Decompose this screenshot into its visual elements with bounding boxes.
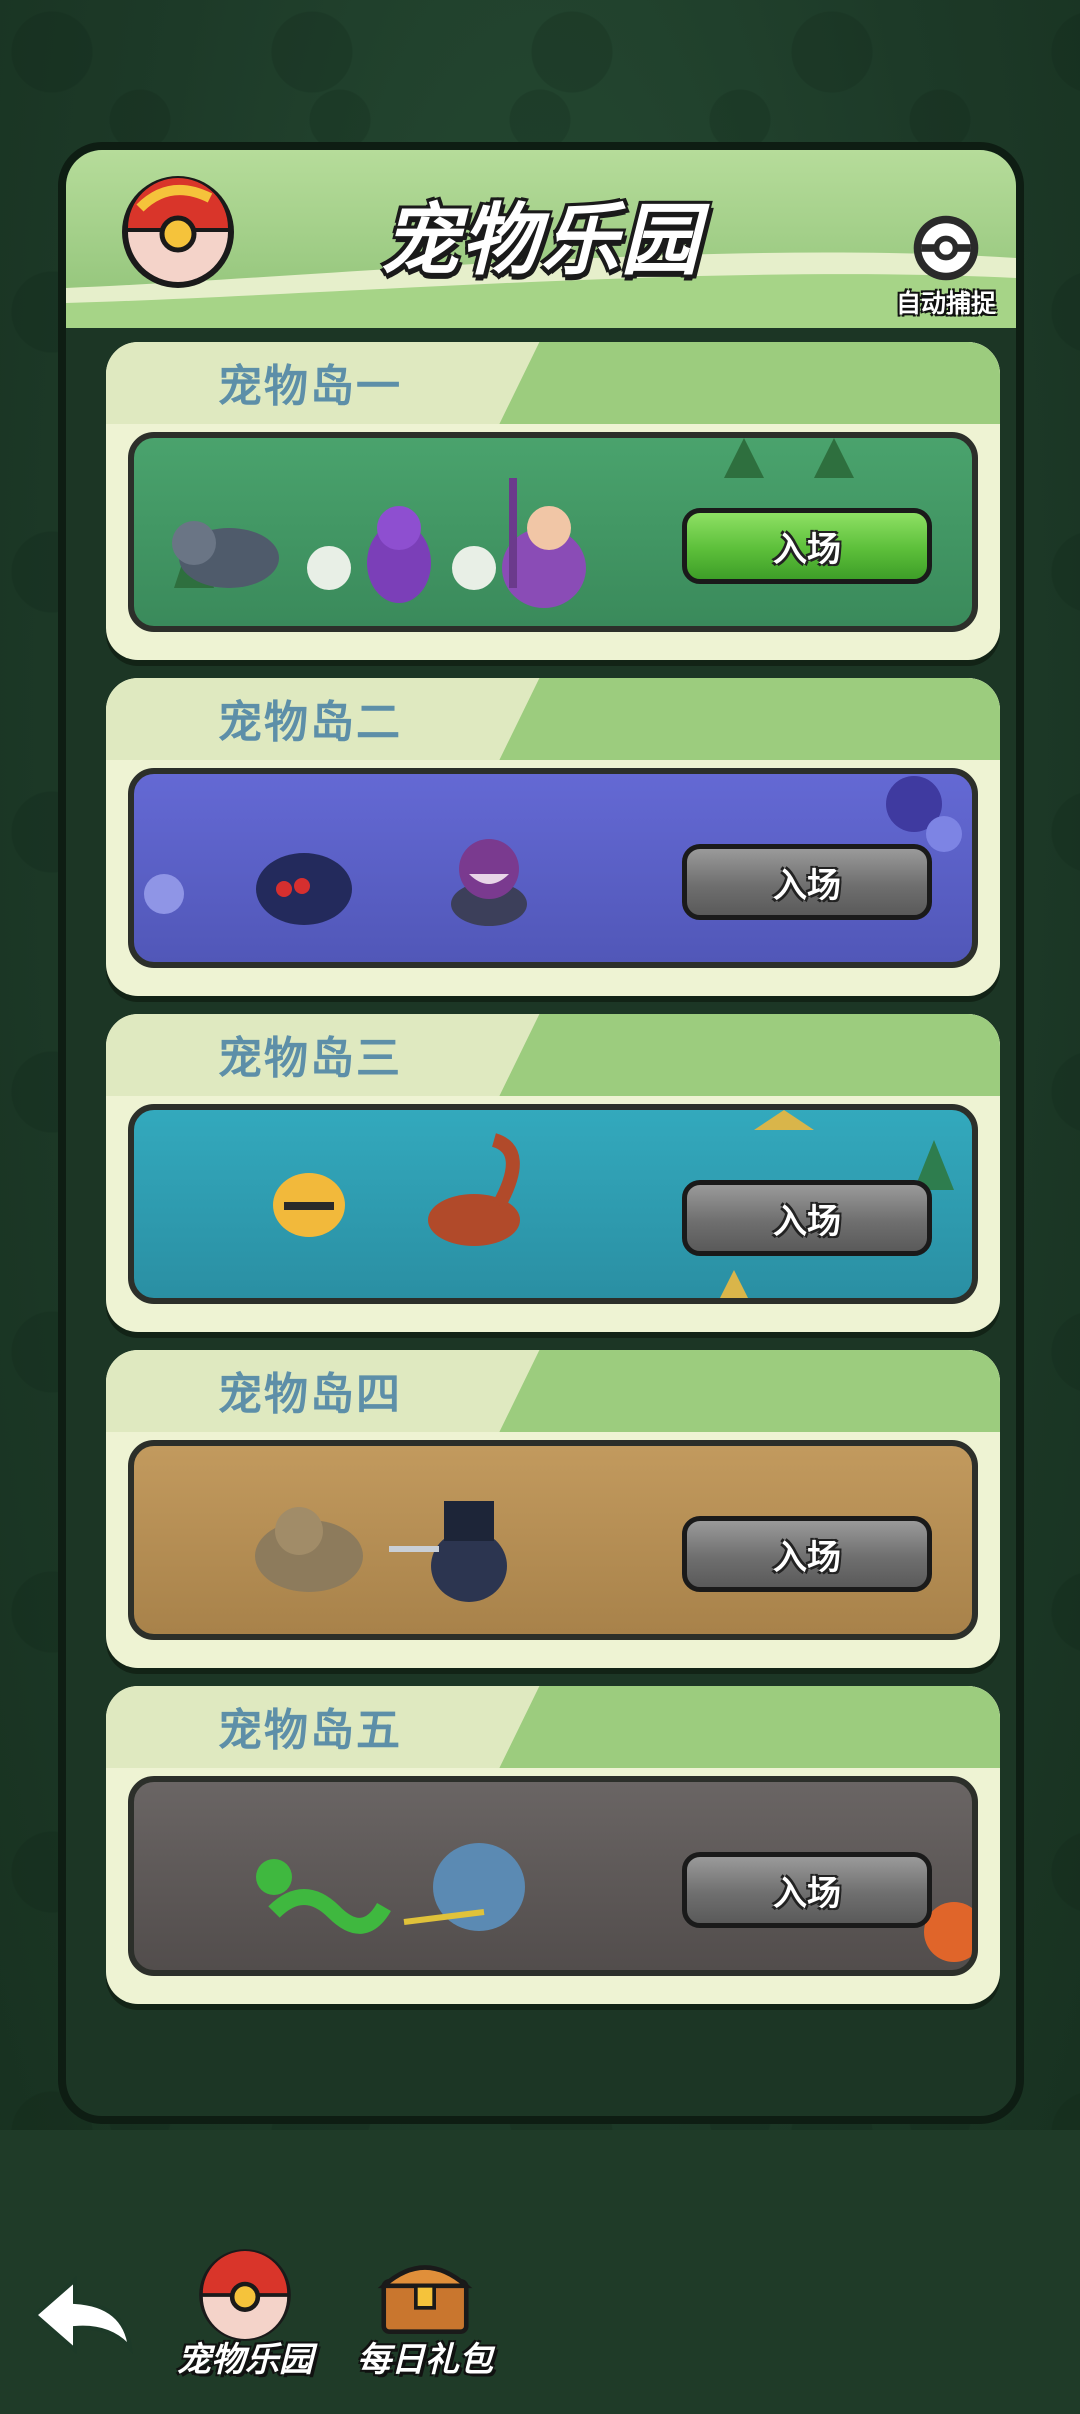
enter-button-island-1[interactable]: 入场 [682, 508, 932, 584]
panel-header: 宠物乐园 自动捕捉 [66, 150, 1016, 328]
nav-daily-gift-label: 每日礼包 [357, 2340, 493, 2380]
island-scene-3: 入场 [128, 1104, 978, 1304]
enter-button-island-2[interactable]: 入场 [682, 844, 932, 920]
dark-knight-icon [389, 1501, 507, 1602]
bee-icon [273, 1173, 345, 1237]
witch-icon [502, 478, 586, 608]
island-card-5: 宠物岛五 入场 [106, 1686, 1000, 2004]
island-name: 宠物岛三 [218, 1033, 402, 1084]
fishman-icon [403, 1843, 525, 1931]
enter-button-island-4[interactable]: 入场 [682, 1516, 932, 1592]
island-card-3: 宠物岛三 入场 [106, 1014, 1000, 1332]
scorpion-icon [428, 1133, 520, 1246]
spider-icon [256, 853, 352, 925]
enter-button-island-3[interactable]: 入场 [682, 1180, 932, 1256]
rock-golem-icon [255, 1507, 363, 1592]
card-tab-accent [499, 1014, 1000, 1096]
island-scene-1: 入场 [128, 432, 978, 632]
island-card-1: 宠物岛一 入场 [106, 342, 1000, 660]
card-tab-accent [499, 1350, 1000, 1432]
island-scene-2: 入场 [128, 768, 978, 968]
back-arrow-icon[interactable] [30, 2270, 140, 2360]
page-title: 宠物乐园 [380, 196, 701, 286]
island-card-4: 宠物岛四 入场 [106, 1350, 1000, 1668]
auto-capture-icon [913, 215, 979, 281]
auto-capture-button[interactable]: 自动捕捉 [890, 210, 1002, 320]
nav-daily-gift[interactable]: 每日礼包 [340, 2240, 510, 2410]
imp-icon [367, 506, 431, 603]
auto-capture-label: 自动捕捉 [895, 289, 996, 318]
card-tab-accent [499, 678, 1000, 760]
card-tab-accent [499, 342, 1000, 424]
plant-monster-icon [451, 839, 527, 926]
pet-park-panel: 宠物乐园 自动捕捉 宠物岛一 入场 宠物岛二 入场 宠物岛三 入场 宠物岛四 入… [58, 142, 1024, 2124]
island-name: 宠物岛四 [218, 1369, 402, 1420]
island-scene-4: 入场 [128, 1440, 978, 1640]
island-name: 宠物岛二 [218, 697, 402, 748]
enter-button-island-5[interactable]: 入场 [682, 1852, 932, 1928]
island-card-2: 宠物岛二 入场 [106, 678, 1000, 996]
island-name: 宠物岛五 [218, 1705, 402, 1756]
island-name: 宠物岛一 [218, 361, 402, 412]
card-tab-accent [499, 1686, 1000, 1768]
nav-pet-park-label: 宠物乐园 [177, 2340, 313, 2380]
snake-icon [256, 1859, 391, 1934]
nav-pet-park[interactable]: 宠物乐园 [160, 2240, 330, 2410]
island-scene-5: 入场 [128, 1776, 978, 1976]
